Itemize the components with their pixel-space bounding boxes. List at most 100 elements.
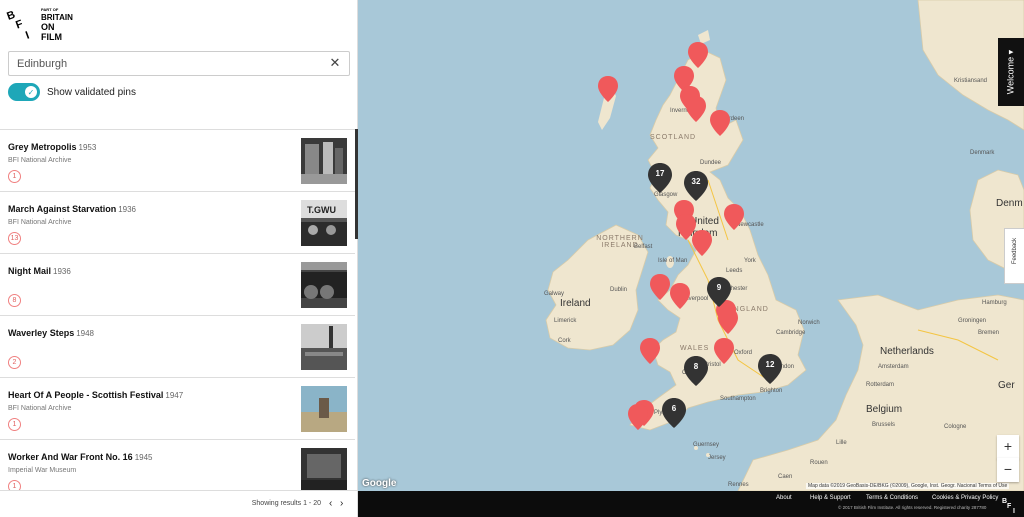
location-count-badge: 8 [8, 294, 21, 307]
footer-link-help[interactable]: Help & Support [810, 495, 851, 501]
map-label: Dublin [610, 287, 628, 293]
validated-pins-toggle[interactable]: ✓ [8, 83, 40, 101]
svg-text:PART OF: PART OF [41, 7, 59, 12]
result-year: 1947 [165, 391, 184, 400]
zoom-out-button[interactable]: − [997, 458, 1019, 482]
list-item[interactable]: Worker And War Front No. 16 1945 Imperial… [0, 440, 355, 490]
search-box: ✕ [8, 51, 350, 76]
result-title[interactable]: Worker And War Front No. 16 1945 [8, 452, 152, 462]
svg-text:FILM: FILM [41, 32, 62, 42]
map-label: Southampton [720, 396, 756, 402]
map-label: York [744, 258, 756, 264]
list-item[interactable]: Grey Metropolis 1953 BFI National Archive… [0, 130, 355, 192]
site-footer: About Help & Support Terms & Conditions … [358, 491, 1024, 517]
pin-cluster[interactable]: 9 [707, 277, 731, 307]
footer-link-about[interactable]: About [776, 495, 792, 501]
result-year: 1948 [76, 329, 94, 338]
result-year: 1936 [53, 267, 71, 276]
logo-graphic: B F I PART OF BRITAIN ON FILM [5, 7, 73, 42]
search-input[interactable] [9, 52, 309, 75]
map-label: Lille [836, 440, 847, 446]
list-item[interactable]: Night Mail 1936 8 [0, 254, 355, 316]
copyright-text: © 2017 British Film Institute. All right… [838, 505, 987, 510]
result-title[interactable]: Night Mail 1936 [8, 266, 71, 276]
result-year: 1936 [118, 205, 136, 214]
map-pin[interactable] [650, 274, 670, 300]
map-label: Cologne [944, 424, 967, 430]
next-page-button[interactable]: › [340, 498, 343, 509]
map-label: Brussels [872, 422, 896, 428]
svg-text:I: I [24, 30, 31, 42]
map-label: Rouen [810, 460, 828, 466]
location-count-badge: 1 [8, 170, 21, 183]
list-item[interactable]: March Against Starvation 1936 BFI Nationa… [0, 192, 355, 254]
zoom-in-button[interactable]: + [997, 435, 1019, 459]
film-thumbnail[interactable] [301, 138, 347, 184]
map-label: Norwich [798, 320, 820, 326]
film-thumbnail[interactable] [301, 386, 347, 432]
map-label: Caen [778, 474, 793, 480]
map-label: WALES [680, 345, 710, 352]
map-pin[interactable] [724, 204, 744, 230]
result-title[interactable]: Waverley Steps 1948 [8, 328, 94, 338]
film-thumbnail[interactable] [301, 324, 347, 370]
validated-pins-toggle-row: ✓ Show validated pins [8, 82, 136, 102]
result-source: BFI National Archive [8, 157, 72, 164]
map-pin[interactable] [714, 338, 734, 364]
location-count-badge: 2 [8, 356, 21, 369]
welcome-tab[interactable]: Welcome ▾ [998, 38, 1024, 106]
map-pin[interactable] [670, 283, 690, 309]
map-label: Limerick [554, 318, 577, 324]
map-pin[interactable] [686, 96, 706, 122]
film-thumbnail[interactable]: T.GWU [301, 200, 347, 246]
map-label: Ireland [560, 298, 591, 309]
svg-text:F: F [14, 18, 25, 32]
result-year: 1953 [78, 143, 97, 152]
pin-cluster[interactable]: 17 [648, 163, 672, 193]
map-pin[interactable] [718, 308, 738, 334]
pin-cluster[interactable]: 12 [758, 354, 782, 384]
sidebar: B F I PART OF BRITAIN ON FILM ✕ ✓ Show v… [0, 0, 358, 517]
app-root: B F I PART OF BRITAIN ON FILM ✕ ✓ Show v… [0, 0, 1024, 517]
map[interactable]: SCOTLAND Glasgow Ed United Kingdom NORTH… [358, 0, 1024, 491]
pin-cluster[interactable]: 6 [662, 398, 686, 428]
film-thumbnail[interactable] [301, 262, 347, 308]
map-pin[interactable] [710, 110, 730, 136]
map-pin[interactable] [692, 230, 712, 256]
svg-text:BRITAIN: BRITAIN [41, 13, 73, 22]
map-label: Amsterdam [878, 364, 909, 370]
map-attribution[interactable]: Map data ©2019 GeoBasis-DE/BKG (©2009), … [806, 483, 1010, 489]
location-count-badge: 1 [8, 418, 21, 431]
map-pin[interactable] [688, 42, 708, 68]
map-pin[interactable] [598, 76, 618, 102]
map-label: Netherlands [880, 346, 934, 357]
close-icon[interactable]: ✕ [327, 55, 343, 71]
footer-link-terms[interactable]: Terms & Conditions [866, 495, 918, 501]
result-title[interactable]: Grey Metropolis 1953 [8, 142, 96, 152]
bfi-britain-on-film-logo[interactable]: B F I PART OF BRITAIN ON FILM [5, 4, 76, 42]
feedback-tab[interactable]: Feedback [1004, 228, 1024, 284]
google-logo: Google [362, 478, 397, 489]
map-label: Leeds [726, 268, 743, 274]
showing-results-text: Showing results 1 - 20 [251, 500, 321, 507]
map-pin[interactable] [640, 338, 660, 364]
map-label: SCOTLAND [650, 134, 697, 141]
pin-cluster[interactable]: 32 [684, 171, 708, 201]
prev-page-button[interactable]: ‹ [329, 498, 332, 509]
result-title[interactable]: March Against Starvation 1936 [8, 204, 136, 214]
results-list: Grey Metropolis 1953 BFI National Archive… [0, 129, 355, 490]
pagination-bar: Showing results 1 - 20 ‹ › [0, 490, 358, 517]
svg-text:T.GWU: T.GWU [307, 205, 336, 215]
list-item[interactable]: Heart Of A People - Scottish Festival 194… [0, 378, 355, 440]
map-label: Dundee [700, 160, 722, 166]
result-source: Imperial War Museum [8, 467, 77, 474]
map-label: Ger [998, 380, 1015, 391]
result-title[interactable]: Heart Of A People - Scottish Festival 194… [8, 390, 183, 400]
list-item[interactable]: Waverley Steps 1948 2 [0, 316, 355, 378]
map-label: Rennes [728, 482, 749, 488]
footer-link-cookies[interactable]: Cookies & Privacy Policy [932, 495, 998, 501]
film-thumbnail[interactable] [301, 448, 347, 490]
pin-cluster[interactable]: 8 [684, 356, 708, 386]
svg-text:F: F [1007, 503, 1012, 510]
map-pin[interactable] [628, 404, 648, 430]
